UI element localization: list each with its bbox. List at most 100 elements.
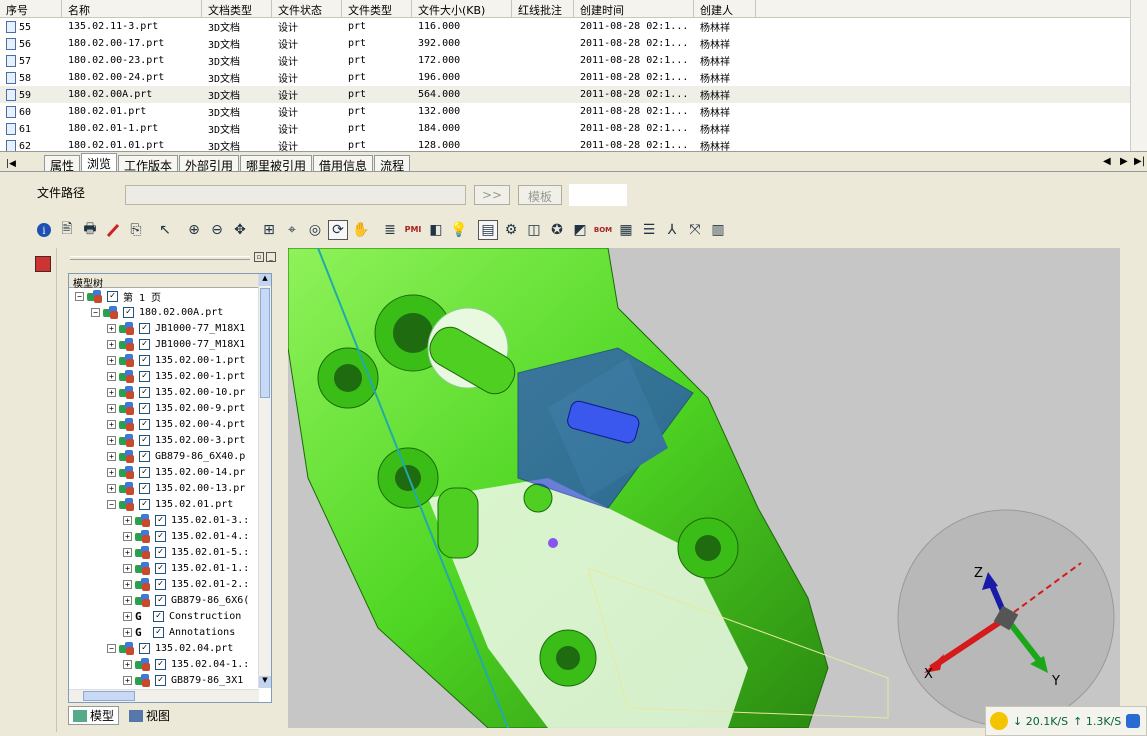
tree-expander-icon[interactable]: + bbox=[123, 547, 132, 557]
tree-expander-icon[interactable]: + bbox=[107, 371, 116, 381]
bom-icon[interactable]: BOM bbox=[593, 220, 613, 240]
visibility-checkbox[interactable]: ✓ bbox=[153, 610, 164, 622]
tree-node[interactable]: + ✓ 135.02.00-10.pr bbox=[107, 384, 245, 400]
tree-scroll-up-icon[interactable]: ▲ bbox=[259, 274, 271, 286]
tab-0[interactable]: 属性 bbox=[43, 155, 80, 173]
visibility-checkbox[interactable]: ✓ bbox=[155, 546, 166, 558]
table-row[interactable]: 62 180.02.01.01.prt 3D文档 设计 prt 128.000 2011-0… bbox=[0, 137, 1147, 151]
model-tree-toggle-icon[interactable]: ▤ bbox=[478, 219, 498, 240]
rotate-icon[interactable]: ⟳ bbox=[328, 219, 348, 240]
ruler-icon[interactable]: ▥ bbox=[708, 220, 728, 240]
table-row[interactable]: 56 180.02.00-17.prt 3D文档 设计 prt 392.000 2011-0… bbox=[0, 35, 1147, 52]
tree-node[interactable]: + ✓ 135.02.00-13.pr bbox=[107, 480, 245, 496]
tree-expander-icon[interactable]: − bbox=[91, 307, 100, 317]
zoom-in-icon[interactable]: ⊕ bbox=[184, 220, 204, 240]
tab-scroll-first-icon[interactable]: |◀ bbox=[6, 159, 16, 169]
tree-node[interactable]: + ✓ 135.02.00-1.prt bbox=[107, 352, 245, 368]
tree-node[interactable]: + ✓ 135.02.00-4.prt bbox=[107, 416, 245, 432]
template-button[interactable]: 模板 bbox=[518, 185, 562, 205]
tree-node[interactable]: − ✓ 135.02.01.prt bbox=[107, 496, 233, 512]
tree-expander-icon[interactable]: + bbox=[107, 451, 116, 461]
grid-column-header[interactable]: 创建人 bbox=[694, 0, 756, 17]
tree-expander-icon[interactable]: + bbox=[107, 323, 116, 333]
tab-4[interactable]: 哪里被引用 bbox=[240, 155, 313, 173]
copy-icon[interactable]: ⎘ bbox=[126, 220, 146, 240]
tree-horizontal-scrollbar[interactable] bbox=[69, 689, 259, 702]
pan-hand-icon[interactable]: ✋ bbox=[351, 220, 371, 240]
browser-icon[interactable] bbox=[1126, 714, 1141, 728]
tree-node[interactable]: − ✓ 180.02.00A.prt bbox=[91, 304, 223, 320]
tree-expander-icon[interactable]: + bbox=[107, 435, 116, 445]
visibility-checkbox[interactable]: ✓ bbox=[155, 594, 166, 606]
tree-expander-icon[interactable]: + bbox=[123, 611, 132, 621]
tree-expander-icon[interactable]: − bbox=[107, 499, 116, 509]
light-bulb-icon[interactable]: 💡 bbox=[449, 220, 469, 240]
tree-node[interactable]: + ✓ 135.02.01-5.: bbox=[123, 544, 249, 560]
visibility-checkbox[interactable]: ✓ bbox=[139, 466, 150, 478]
tree-node[interactable]: + G ✓ Annotations bbox=[123, 624, 235, 640]
grid-column-header[interactable]: 文件类型 bbox=[342, 0, 412, 17]
visibility-checkbox[interactable]: ✓ bbox=[139, 642, 150, 654]
tree-vertical-scrollbar[interactable]: ▲ ▼ bbox=[258, 274, 271, 688]
table-row[interactable]: 61 180.02.01-1.prt 3D文档 设计 prt 184.000 2011-08… bbox=[0, 120, 1147, 137]
tree-node[interactable]: + ✓ 135.02.00-1.prt bbox=[107, 368, 245, 384]
tree-hscroll-thumb[interactable] bbox=[83, 691, 135, 701]
tree-expander-icon[interactable]: + bbox=[123, 563, 132, 573]
grid-column-header[interactable]: 名称 bbox=[62, 0, 202, 17]
visibility-checkbox[interactable]: ✓ bbox=[107, 290, 118, 302]
visibility-checkbox[interactable]: ✓ bbox=[155, 562, 166, 574]
tree-node[interactable]: + ✓ GB879-86_6X6( bbox=[123, 592, 249, 608]
3d-viewport[interactable]: X Y Z bbox=[288, 248, 1120, 728]
tree-expander-icon[interactable]: + bbox=[123, 659, 132, 669]
tree-expander-icon[interactable]: + bbox=[107, 467, 116, 477]
tree-scroll-down-icon[interactable]: ▼ bbox=[259, 676, 271, 688]
grid-vertical-scrollbar[interactable] bbox=[1130, 0, 1147, 151]
tree-node[interactable]: − ✓ 135.02.04.prt bbox=[107, 640, 233, 656]
visibility-checkbox[interactable]: ✓ bbox=[123, 306, 134, 318]
visibility-checkbox[interactable]: ✓ bbox=[153, 626, 164, 638]
tab-scroll-left-icon[interactable]: ◀ bbox=[1103, 156, 1111, 167]
tab-6[interactable]: 流程 bbox=[374, 155, 411, 173]
zoom-window-icon[interactable]: ⊞ bbox=[259, 220, 279, 240]
visibility-checkbox[interactable]: ✓ bbox=[139, 322, 150, 334]
fit-all-icon[interactable]: ⤧ bbox=[685, 220, 705, 240]
measure-icon[interactable]: ✪ bbox=[547, 220, 567, 240]
tree-node[interactable]: + G ✓ Construction bbox=[123, 608, 241, 624]
tab-view[interactable]: 视图 bbox=[125, 706, 174, 725]
grid-column-header[interactable]: 红线批注 bbox=[512, 0, 574, 17]
pane-minimize-icon[interactable]: _ bbox=[266, 252, 276, 262]
visibility-checkbox[interactable]: ✓ bbox=[155, 578, 166, 590]
grid-column-header[interactable]: 序号 bbox=[0, 0, 62, 17]
path-go-button[interactable]: >> bbox=[474, 185, 510, 205]
tree-expander-icon[interactable]: + bbox=[123, 531, 132, 541]
network-monitor-icon[interactable] bbox=[990, 712, 1008, 730]
visibility-checkbox[interactable]: ✓ bbox=[155, 514, 166, 526]
grid-column-header[interactable]: 文件大小(KB) bbox=[412, 0, 512, 17]
tree-expander-icon[interactable]: + bbox=[107, 387, 116, 397]
tree-node[interactable]: + ✓ GB879-86_6X40.p bbox=[107, 448, 245, 464]
visibility-checkbox[interactable]: ✓ bbox=[139, 450, 150, 462]
tab-1[interactable]: 浏览 bbox=[80, 153, 117, 171]
tree-expander-icon[interactable]: + bbox=[107, 339, 116, 349]
tree-node[interactable]: + ✓ 135.02.04-1.: bbox=[123, 656, 249, 672]
grid-column-header[interactable]: 文档类型 bbox=[202, 0, 272, 17]
tree-expander-icon[interactable]: + bbox=[123, 627, 132, 637]
color-icon[interactable]: ◩ bbox=[570, 220, 590, 240]
visibility-checkbox[interactable]: ✓ bbox=[139, 386, 150, 398]
tree-expander-icon[interactable]: + bbox=[123, 515, 132, 525]
visibility-checkbox[interactable]: ✓ bbox=[139, 498, 150, 510]
tab-3[interactable]: 外部引用 bbox=[179, 155, 240, 173]
table-row[interactable]: 59 180.02.00A.prt 3D文档 设计 prt 564.000 2011-08-… bbox=[0, 86, 1147, 103]
visibility-checkbox[interactable]: ✓ bbox=[139, 434, 150, 446]
tree-node[interactable]: + ✓ JB1000-77_M18X1 bbox=[107, 336, 245, 352]
tree-node[interactable]: − ✓ 第 1 页 bbox=[75, 288, 161, 304]
tree-node[interactable]: + ✓ 135.02.00-3.prt bbox=[107, 432, 245, 448]
grid-column-header[interactable]: 创建时间 bbox=[574, 0, 694, 17]
print-icon[interactable]: 🖶 bbox=[80, 220, 100, 240]
3d-box-icon[interactable] bbox=[35, 256, 51, 272]
tree-expander-icon[interactable]: + bbox=[107, 419, 116, 429]
print-preview-icon[interactable]: 🖹 bbox=[57, 220, 77, 240]
markup-pen-icon[interactable] bbox=[103, 220, 123, 240]
visibility-checkbox[interactable]: ✓ bbox=[139, 402, 150, 414]
tree-scroll-thumb[interactable] bbox=[260, 288, 270, 398]
